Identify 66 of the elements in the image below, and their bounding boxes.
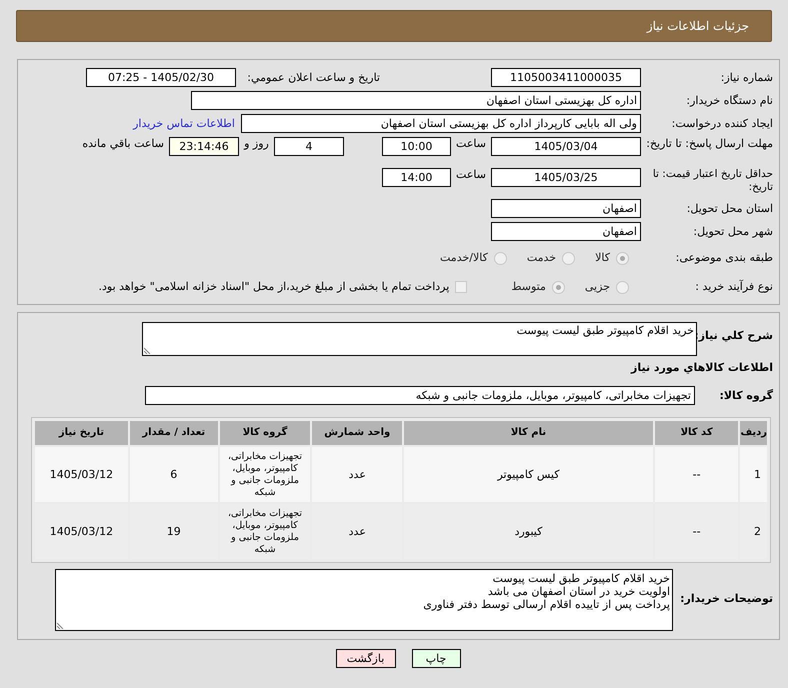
time-label: ساعت [455, 137, 487, 151]
column-header: نام کالا [404, 421, 653, 445]
days-label: روز و [242, 137, 270, 151]
radio-button[interactable] [616, 280, 629, 294]
input-field[interactable]: اصفهان [491, 222, 641, 241]
days-field[interactable]: 4 [274, 137, 344, 156]
table-cell: -- [654, 447, 738, 502]
column-header: واحد شمارش [312, 421, 402, 445]
option-label: خدمت [526, 251, 556, 265]
description-text: خرید اقلام کامپیوتر طبق لیست پیوست [516, 324, 694, 337]
field-label: استان محل تحویل: [686, 202, 774, 216]
table-cell: 1 [740, 447, 767, 502]
field-label: تاریخ و ساعت اعلان عمومي: [246, 70, 381, 84]
column-header: ردیف [740, 421, 767, 445]
field-label: شماره نیاز: [720, 70, 774, 84]
back-button[interactable]: بازگشت [336, 649, 396, 668]
input-field[interactable]: ولی اله بابایی کارپرداز اداره کل بهزیستی استان اصفهان [241, 114, 641, 133]
field-label: حداقل تاریخ اعتبار قیمت: تا تاریخ: [652, 168, 774, 194]
column-header: تاریخ نیاز [35, 421, 128, 445]
time-label: ساعت [455, 168, 487, 182]
field-label: ایجاد کننده درخواست: [670, 116, 774, 130]
input-field[interactable]: 1405/02/30 - 07:25 [86, 68, 236, 87]
option-label: جزیی [584, 280, 610, 294]
description-field[interactable]: خرید اقلام کامپیوتر طبق لیست پیوست [142, 322, 697, 356]
column-header: کد کالا [654, 421, 738, 445]
radio-button[interactable] [562, 252, 576, 264]
table-cell: عدد [312, 447, 402, 502]
input-field[interactable]: تجهیزات مخابراتی، کامپیوتر، موبایل، ملزومات جانبی و شبکه [145, 386, 695, 405]
option-label: متوسط [511, 280, 546, 294]
radio-button[interactable] [494, 252, 507, 264]
field-label: مهلت ارسال پاسخ: تا تاریخ: [645, 137, 774, 150]
option-label: کالا [595, 251, 610, 265]
buyer-contact-link[interactable]: اطلاعات تماس خریدار [133, 116, 235, 130]
field-label: توضیحات خریدار: [679, 591, 774, 606]
date-field[interactable]: 1405/03/25 [491, 168, 641, 187]
input-field[interactable]: 1105003411000035 [491, 68, 641, 87]
countdown-field[interactable]: 23:14:46 [169, 137, 239, 156]
field-label: نام دستگاه خریدار: [685, 94, 774, 108]
field-label: طبقه بندی موضوعی: [674, 251, 774, 265]
field-label: گروه کالا: [718, 388, 774, 402]
input-field[interactable]: اداره کل بهزیستی استان اصفهان [191, 91, 641, 110]
time-field[interactable]: 14:00 [382, 168, 451, 187]
table-cell: تجهیزات مخابراتی، کامپیوتر، موبایل، ملزومات جانبی و شبکه [220, 447, 310, 502]
table-cell: کیس کامپیوتر [404, 447, 653, 502]
field-label: شهر محل تحویل: [692, 224, 774, 238]
notes-field[interactable]: خرید اقلام کامپیوتر طبق لیست پیوست اولویت خرید در استان اصفهان می باشد پرداخت پس از تایيده اقلام ارسالی توسط دفتر فناوری [55, 569, 673, 631]
print-button[interactable]: چاپ [412, 649, 460, 668]
notes-text: خرید اقلام کامپیوتر طبق لیست پیوست اولویت خرید در استان اصفهان می باشد پرداخت پس از تایيده اقلام ارسالی توسط دفتر فناوری [422, 572, 670, 611]
table-cell: 1405/03/12 [35, 447, 128, 502]
checkbox[interactable] [455, 281, 468, 293]
section-title: اطلاعات کالاهاي مورد نیاز [631, 361, 774, 375]
resize-grip-icon[interactable] [57, 622, 64, 629]
date-field[interactable]: 1405/03/04 [491, 137, 641, 156]
page-title: جزئیات اطلاعات نیاز [646, 19, 749, 33]
remaining-label: ساعت باقي مانده [82, 137, 164, 151]
resize-grip-icon[interactable] [144, 347, 151, 354]
field-label: نوع فرآیند خرید : [694, 280, 774, 294]
checkbox-label: پرداخت تمام یا بخشی از مبلغ خرید،از محل "اسناد خزانه اسلامی" خواهد بود. [98, 280, 450, 294]
time-field[interactable]: 10:00 [382, 137, 451, 156]
radio-button[interactable] [552, 280, 565, 294]
input-field[interactable]: اصفهان [491, 199, 641, 218]
column-header: گروه کالا [220, 421, 310, 445]
option-label: کالا/خدمت [440, 251, 488, 265]
column-header: تعداد / مقدار [130, 421, 218, 445]
radio-button[interactable] [616, 252, 629, 264]
table-cell: 6 [130, 447, 218, 502]
